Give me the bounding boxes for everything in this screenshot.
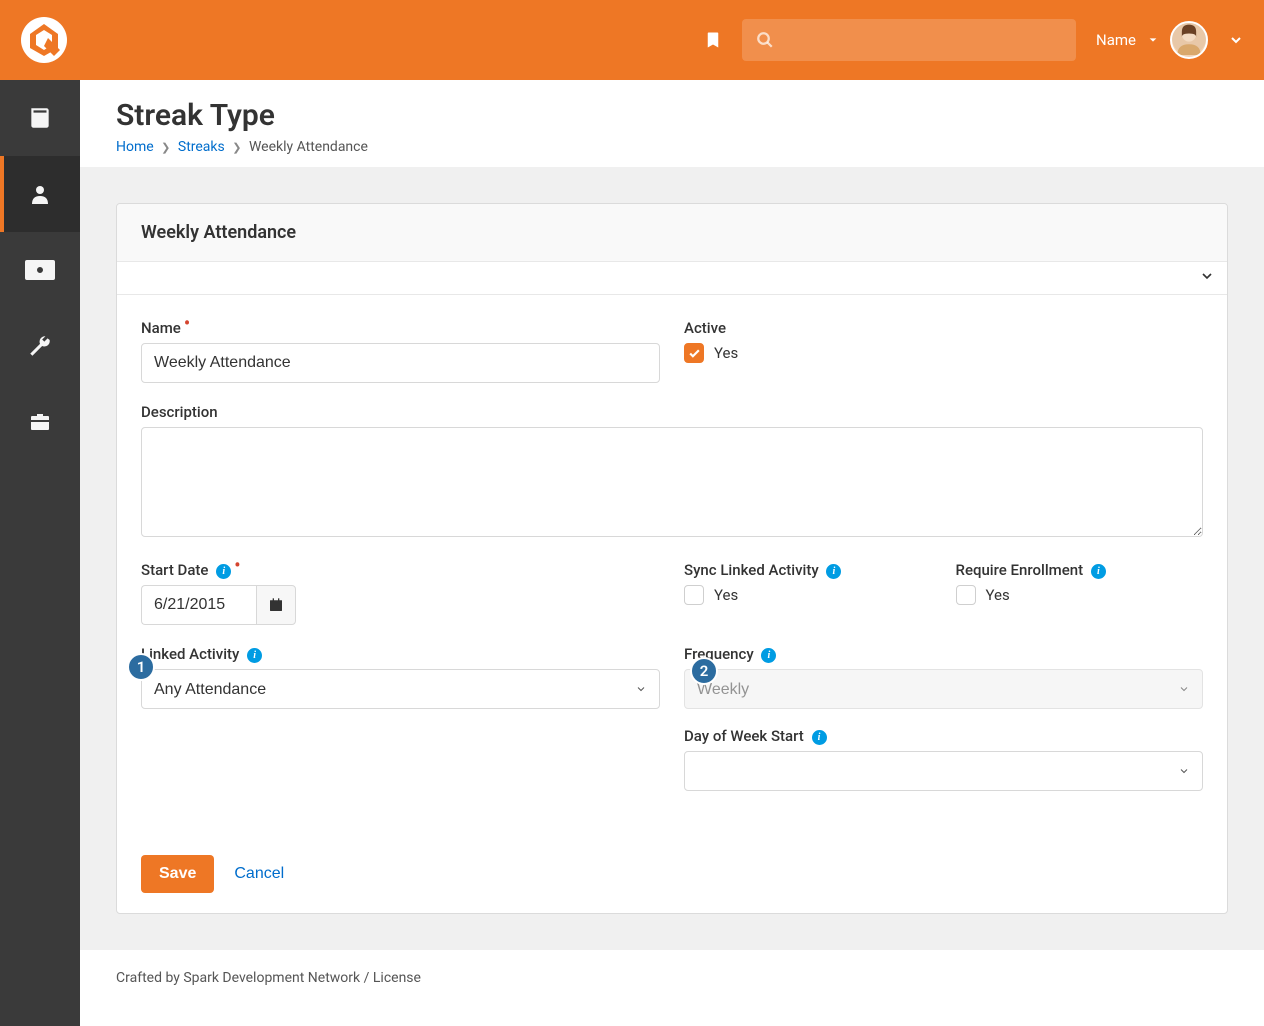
require-enrollment-label: Require Enrollment i (956, 561, 1204, 579)
linked-activity-label: Linked Activity i (141, 645, 660, 663)
money-icon (25, 260, 55, 280)
avatar[interactable] (1170, 21, 1208, 59)
footer-crafted-link[interactable]: Crafted by Spark Development Network (116, 970, 360, 986)
start-date-input[interactable] (141, 585, 256, 625)
footer-text: Crafted by Spark Development Network / L… (80, 950, 1264, 1026)
description-label: Description (141, 403, 1203, 421)
page-title: Streak Type (116, 98, 1228, 133)
chevron-down-icon (1199, 268, 1215, 284)
wrench-icon (27, 333, 53, 359)
linked-activity-select[interactable]: Any Attendance (141, 669, 660, 709)
panel-collapse-toggle[interactable] (117, 262, 1227, 295)
sync-linked-label: Sync Linked Activity i (684, 561, 932, 579)
info-icon[interactable]: i (761, 648, 776, 663)
briefcase-icon (27, 410, 53, 434)
chevron-down-icon[interactable] (1228, 32, 1244, 48)
start-date-label: Start Date i• (141, 561, 660, 579)
info-icon[interactable]: i (1091, 564, 1106, 579)
require-enrollment-checkbox[interactable] (956, 585, 976, 605)
sidebar-item-person[interactable] (0, 156, 80, 232)
save-button[interactable]: Save (141, 855, 214, 893)
info-icon[interactable]: i (826, 564, 841, 579)
search-icon (756, 31, 774, 49)
frequency-select: Weekly (684, 669, 1203, 709)
person-icon (28, 182, 52, 206)
sidebar-item-briefcase[interactable] (0, 384, 80, 460)
chevron-right-icon: ❯ (232, 141, 241, 154)
description-input[interactable] (141, 427, 1203, 537)
require-enrollment-checkbox-label: Yes (986, 586, 1010, 604)
search-box[interactable] (742, 19, 1076, 61)
breadcrumb-streaks[interactable]: Streaks (178, 139, 225, 155)
caret-down-icon (1148, 35, 1158, 45)
name-input[interactable] (141, 343, 660, 383)
content: Streak Type Home ❯ Streaks ❯ Weekly Atte… (80, 80, 1264, 1026)
sync-linked-checkbox[interactable] (684, 585, 704, 605)
sync-linked-checkbox-label: Yes (714, 586, 738, 604)
sidebar-item-money[interactable] (0, 232, 80, 308)
top-bar: Name (0, 0, 1264, 80)
user-menu[interactable]: Name (1096, 21, 1244, 59)
footer-license-link[interactable]: License (373, 970, 421, 986)
panel-header: Weekly Attendance (117, 204, 1227, 262)
panel: Weekly Attendance Name• Active (116, 203, 1228, 914)
name-label: Name• (141, 319, 660, 337)
breadcrumb-current: Weekly Attendance (249, 139, 368, 155)
info-icon[interactable]: i (812, 730, 827, 745)
required-indicator: • (184, 313, 190, 334)
info-icon[interactable]: i (216, 564, 231, 579)
chevron-right-icon: ❯ (161, 141, 170, 154)
breadcrumb-home[interactable]: Home (116, 139, 154, 155)
callout-2: 2 (690, 657, 718, 685)
frequency-label: Frequency i 2 (684, 645, 1203, 663)
date-picker-button[interactable] (256, 585, 296, 625)
sidebar-item-wrench[interactable] (0, 308, 80, 384)
search-input[interactable] (784, 32, 1062, 49)
calendar-icon (268, 597, 284, 613)
sidebar (0, 80, 80, 1026)
book-icon (27, 105, 53, 131)
day-of-week-label: Day of Week Start i (684, 727, 1203, 745)
check-icon (688, 347, 701, 360)
required-indicator: • (234, 555, 240, 576)
day-of-week-select[interactable] (684, 751, 1203, 791)
active-checkbox[interactable] (684, 343, 704, 363)
page-header: Streak Type Home ❯ Streaks ❯ Weekly Atte… (80, 80, 1264, 167)
panel-title: Weekly Attendance (141, 222, 1203, 243)
sidebar-item-book[interactable] (0, 80, 80, 156)
logo (20, 16, 68, 64)
active-checkbox-label: Yes (714, 344, 738, 362)
bookmark-icon[interactable] (704, 29, 722, 51)
breadcrumb: Home ❯ Streaks ❯ Weekly Attendance (116, 139, 1228, 155)
callout-1: 1 (127, 653, 155, 681)
active-label: Active (684, 319, 1203, 337)
info-icon[interactable]: i (247, 648, 262, 663)
panel-footer: Save Cancel (117, 835, 1227, 913)
user-name-label: Name (1096, 31, 1136, 49)
cancel-button[interactable]: Cancel (234, 865, 284, 883)
